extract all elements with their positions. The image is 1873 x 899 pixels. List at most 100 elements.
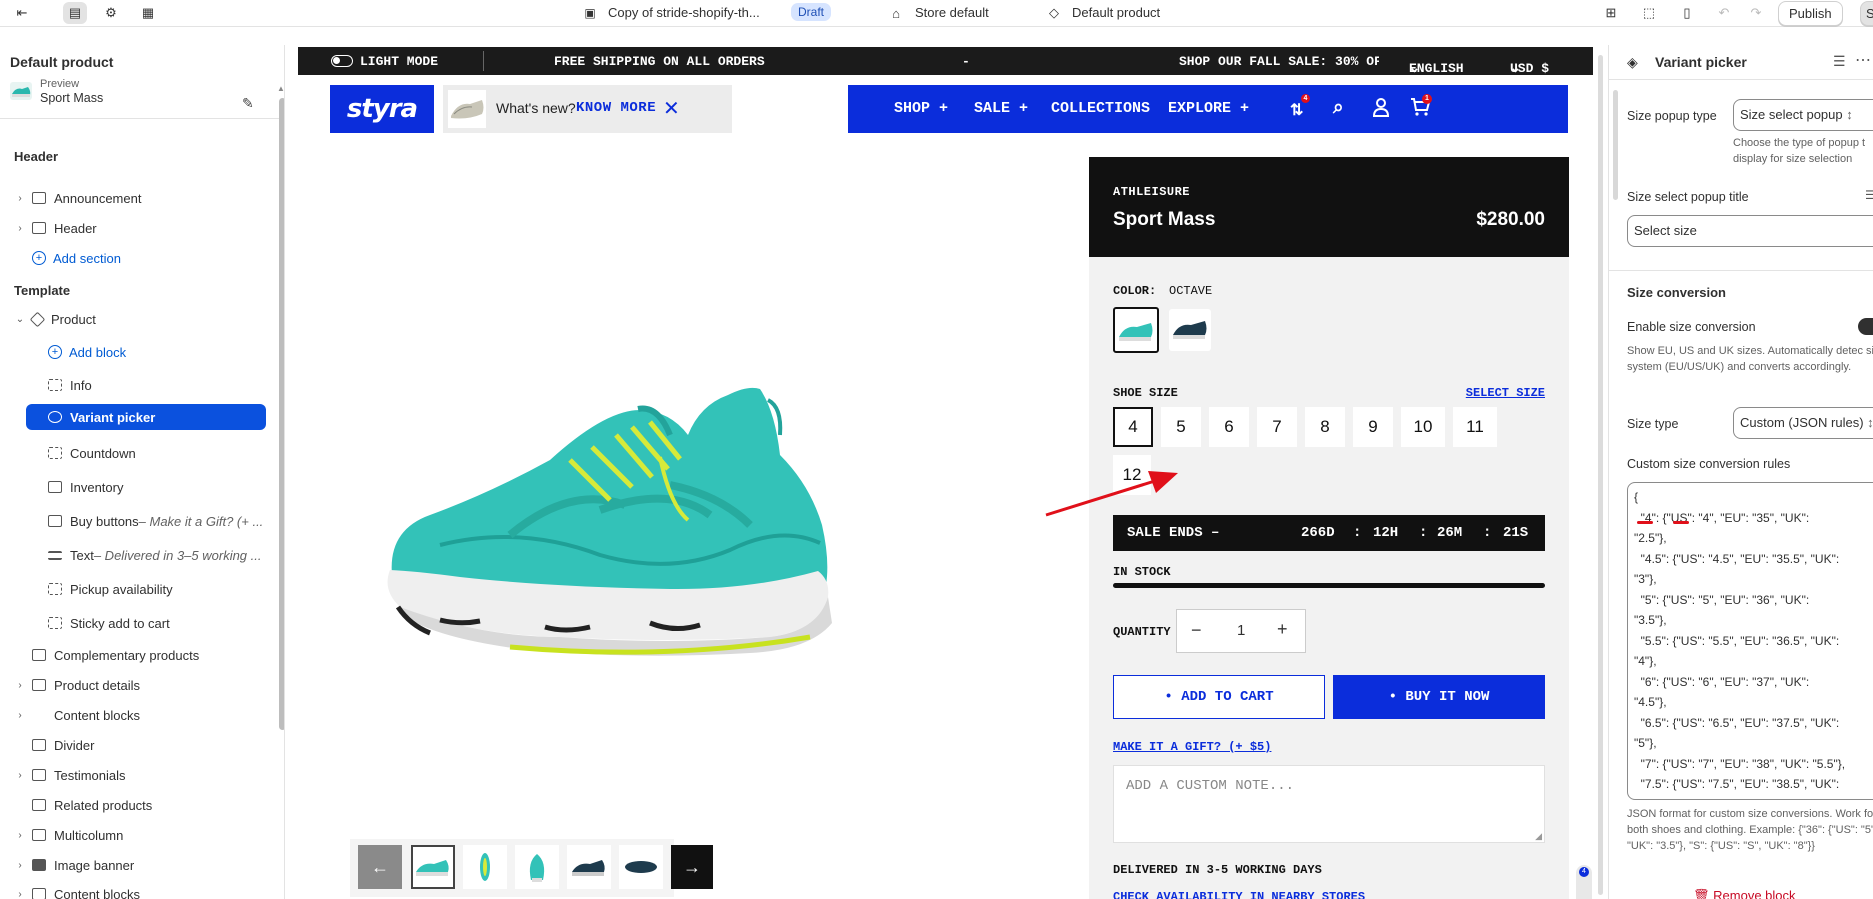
add-section-button[interactable]: + Add section (32, 245, 284, 271)
theme-file-title[interactable]: Copy of stride-shopify-th... (608, 5, 760, 20)
right-scrollbar[interactable] (1613, 90, 1618, 200)
account-icon[interactable] (1372, 97, 1390, 122)
mobile-preview-icon[interactable]: ▯ (1675, 2, 1699, 24)
section-complementary-products[interactable]: Complementary products (14, 642, 284, 668)
product-main-image[interactable] (370, 375, 890, 700)
store-selector[interactable]: Store default (915, 5, 989, 20)
size-option[interactable]: 8 (1305, 407, 1345, 447)
desktop-preview-icon[interactable]: ⬚ (1637, 2, 1661, 24)
search-icon[interactable]: ⌕ (1333, 97, 1344, 119)
custom-rules-textarea[interactable]: { "4": {"US": "4", "EU": "35", "UK": "2.… (1627, 482, 1873, 800)
more-options-icon[interactable]: ⋯ (1855, 50, 1871, 70)
chevron-right-icon[interactable]: › (14, 770, 26, 781)
edit-pencil-icon[interactable]: ✎ (242, 95, 254, 112)
apps-icon[interactable]: ▦ (136, 2, 160, 24)
close-icon[interactable]: ✕ (663, 96, 680, 121)
block-variant-picker[interactable]: Variant picker (26, 404, 266, 430)
section-product[interactable]: ⌄ Product (14, 306, 284, 332)
size-option[interactable]: 11 (1453, 407, 1497, 447)
preview-product-selector[interactable]: Sport Mass (40, 91, 103, 105)
section-header[interactable]: › Header (14, 215, 284, 241)
size-option[interactable]: 10 (1401, 407, 1445, 447)
thumbnail-2[interactable] (463, 845, 507, 889)
buy-it-now-button[interactable]: • BUY IT NOW (1333, 675, 1545, 719)
whats-new-banner: What's new? KNOW MORE ✕ (443, 85, 732, 133)
section-multicolumn[interactable]: › Multicolumn (14, 822, 284, 848)
thumbnail-next-arrow-icon[interactable]: → (671, 845, 713, 889)
template-selector[interactable]: Default product (1072, 5, 1160, 20)
chevron-right-icon[interactable]: › (14, 889, 26, 899)
thumbnail-3[interactable] (515, 845, 559, 889)
section-image-banner[interactable]: › Image banner (14, 852, 284, 878)
size-type-select[interactable]: Custom (JSON rules) ↕ (1733, 407, 1873, 439)
undo-icon[interactable]: ↶ (1712, 2, 1736, 24)
section-divider[interactable]: Divider (14, 732, 284, 758)
floating-tab[interactable]: 4 (1576, 865, 1592, 899)
thumbnail-prev-arrow-icon[interactable]: ← (358, 845, 402, 889)
section-content-blocks-2[interactable]: › Content blocks (14, 881, 284, 899)
size-popup-type-select[interactable]: Size select popup ↕ (1733, 99, 1873, 131)
store-logo[interactable]: styra (330, 85, 434, 133)
block-sticky-add-to-cart[interactable]: Sticky add to cart (48, 610, 268, 636)
block-inventory[interactable]: Inventory (48, 474, 268, 500)
size-option[interactable]: 9 (1353, 407, 1393, 447)
section-content-blocks[interactable]: › Content blocks (14, 702, 284, 728)
redo-icon[interactable]: ↷ (1744, 2, 1768, 24)
preview-scrollbar[interactable] (1598, 55, 1603, 895)
add-to-cart-button[interactable]: • ADD TO CART (1113, 675, 1325, 719)
settings-gear-icon[interactable]: ⚙ (99, 2, 123, 24)
inspector-icon[interactable]: ⊞ (1599, 2, 1623, 24)
block-info[interactable]: Info (48, 372, 268, 398)
chevron-right-icon[interactable]: › (14, 710, 26, 721)
exit-icon[interactable]: ⇤ (10, 2, 34, 24)
save-button[interactable]: S (1860, 1, 1873, 26)
nav-collections[interactable]: COLLECTIONS (1051, 100, 1150, 117)
size-option[interactable]: 7 (1257, 407, 1297, 447)
light-mode-toggle[interactable] (331, 55, 353, 67)
chevron-down-icon[interactable]: ⌄ (14, 314, 26, 325)
thumbnail-1[interactable] (411, 845, 455, 889)
sale-ends-label: SALE ENDS – (1127, 525, 1220, 541)
left-scrollbar[interactable] (279, 98, 284, 730)
chevron-right-icon[interactable]: › (14, 193, 26, 204)
compare-icon[interactable]: ⇅ (1290, 100, 1303, 120)
swatch-octave[interactable] (1113, 307, 1159, 353)
nav-sale[interactable]: SALE + (974, 100, 1028, 117)
popup-title-input[interactable]: Select size (1627, 215, 1873, 247)
section-announcement[interactable]: › Announcement (14, 185, 284, 211)
nav-explore[interactable]: EXPLORE + (1168, 100, 1249, 117)
remove-block-button[interactable]: 🗑 Remove block (1693, 888, 1796, 899)
enable-size-conversion-toggle[interactable] (1858, 318, 1873, 335)
publish-button[interactable]: Publish (1778, 1, 1843, 26)
plus-icon[interactable]: + (1277, 619, 1288, 640)
know-more-link[interactable]: KNOW MORE (576, 100, 656, 116)
thumbnail-5[interactable] (619, 845, 663, 889)
scroll-up-arrow[interactable]: ▲ (277, 84, 284, 93)
block-pickup-availability[interactable]: Pickup availability (48, 576, 268, 602)
custom-note-input[interactable]: ADD A CUSTOM NOTE... ◢ (1113, 765, 1545, 843)
size-option[interactable]: 6 (1209, 407, 1249, 447)
sections-view-icon[interactable]: ▤ (63, 2, 87, 24)
add-block-button[interactable]: + Add block (48, 339, 284, 365)
database-icon[interactable]: ☰ (1833, 53, 1846, 70)
chevron-right-icon[interactable]: › (14, 860, 26, 871)
minus-icon[interactable]: − (1191, 620, 1202, 641)
chevron-right-icon[interactable]: › (14, 830, 26, 841)
thumbnail-4[interactable] (567, 845, 611, 889)
block-buy-buttons[interactable]: Buy buttons – Make it a Gift? (+ ... (48, 508, 268, 534)
check-availability-link[interactable]: CHECK AVAILABILITY IN NEARBY STORES (1113, 890, 1365, 899)
block-countdown[interactable]: Countdown (48, 440, 268, 466)
chevron-right-icon[interactable]: › (14, 223, 26, 234)
swatch-navy[interactable] (1169, 309, 1211, 351)
section-testimonials[interactable]: › Testimonials (14, 762, 284, 788)
dynamic-source-icon[interactable]: ☰ (1865, 188, 1873, 202)
select-size-link[interactable]: SELECT SIZE (1466, 386, 1545, 400)
quantity-input[interactable]: 1 (1237, 622, 1245, 639)
block-text[interactable]: Text – Delivered in 3–5 working ... (48, 542, 268, 568)
section-product-details[interactable]: › Product details (14, 672, 284, 698)
nav-shop[interactable]: SHOP + (894, 100, 948, 117)
resize-handle-icon[interactable]: ◢ (1535, 831, 1542, 842)
gift-link[interactable]: MAKE IT A GIFT? (+ $5) (1113, 740, 1271, 754)
section-related-products[interactable]: Related products (14, 792, 284, 818)
chevron-right-icon[interactable]: › (14, 680, 26, 691)
